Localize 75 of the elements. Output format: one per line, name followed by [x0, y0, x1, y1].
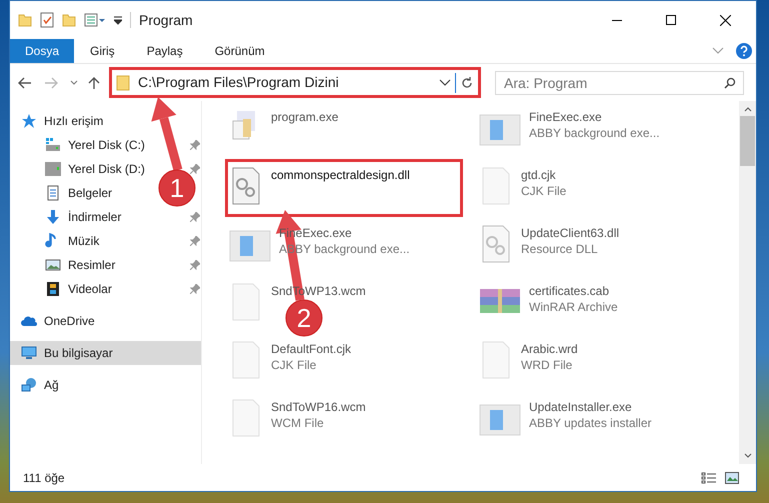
download-arrow-icon [45, 209, 61, 225]
monitor-icon [21, 345, 37, 361]
scroll-down-icon[interactable] [744, 453, 752, 458]
customize-toolbar-icon[interactable] [114, 15, 122, 25]
address-bar[interactable]: C:\Program Files\Program Dizini [109, 67, 481, 98]
file-type: WinRAR Archive [529, 299, 618, 315]
expand-ribbon-icon[interactable] [712, 47, 724, 55]
up-arrow-icon[interactable] [88, 76, 100, 90]
details-view-icon[interactable] [701, 472, 717, 484]
file-name[interactable]: UpdateInstaller.exe [529, 399, 652, 415]
scrollbar[interactable] [739, 101, 756, 464]
sidebar-item[interactable]: Ağ [10, 373, 155, 397]
pin-icon[interactable] [190, 236, 200, 246]
help-icon[interactable] [736, 43, 752, 59]
refresh-icon[interactable] [460, 76, 474, 90]
pin-icon[interactable] [190, 260, 200, 270]
dropdown-caret-icon[interactable] [439, 78, 451, 86]
sidebar-item[interactable]: Resimler [10, 253, 155, 277]
file-name[interactable]: Arabic.wrd [521, 341, 578, 357]
ribbon-tab[interactable]: Giriş [74, 39, 131, 63]
drive-icon [45, 161, 61, 177]
file-name[interactable]: FineExec.exe [529, 109, 660, 125]
file-type: Resource DLL [521, 241, 599, 257]
picture-icon [45, 257, 61, 273]
search-icon [724, 76, 736, 88]
sidebar-item[interactable]: Yerel Disk (C:) [10, 133, 155, 157]
item-count: 111 öğe [23, 470, 65, 486]
ribbon-tab[interactable]: Paylaş [130, 39, 199, 63]
properties-icon[interactable] [40, 12, 54, 28]
file-name[interactable]: UpdateClient63.dll [521, 225, 620, 241]
window-title: Program [139, 10, 193, 30]
sidebar-item[interactable]: Müzik [10, 229, 155, 253]
star-icon [21, 113, 37, 129]
file-name[interactable]: gtd.cjk [521, 167, 566, 183]
file-name[interactable]: DefaultFont.cjk [271, 341, 352, 357]
drive-icon [45, 137, 61, 153]
ribbon-tab[interactable]: Görünüm [198, 39, 281, 63]
sidebar-item[interactable]: Hızlı erişim [10, 109, 155, 133]
ribbon-tab[interactable]: Dosya [10, 39, 74, 63]
folder-icon [116, 74, 130, 90]
back-arrow-icon[interactable] [18, 76, 32, 88]
file-name[interactable]: program.exe [271, 109, 338, 125]
sidebar-item[interactable]: Videolar [10, 277, 155, 301]
file-type: ABBY updates installer [529, 415, 652, 431]
sidebar-item[interactable]: Yerel Disk (D:) [10, 157, 155, 181]
large-icons-view-icon[interactable] [725, 472, 739, 484]
pin-icon[interactable] [190, 212, 200, 222]
file-type: CJK File [521, 183, 566, 199]
file-name[interactable]: commonspectraldesign.dll [271, 167, 410, 183]
search-field[interactable]: Ara: Program [495, 70, 744, 94]
step-number-badge: 2 [286, 300, 322, 336]
globe-computer-icon [21, 377, 37, 393]
sidebar-item[interactable]: İndirmeler [10, 205, 155, 229]
close-icon [720, 14, 730, 26]
pin-icon[interactable] [190, 164, 200, 174]
file-type: ABBY background exe... [529, 125, 660, 141]
sidebar-item[interactable]: OneDrive [10, 309, 155, 333]
maximize-icon [666, 15, 676, 25]
film-icon [45, 281, 61, 297]
file-name[interactable]: SndToWP16.wcm [271, 399, 366, 415]
scroll-thumb[interactable] [740, 116, 755, 166]
pin-icon[interactable] [190, 284, 200, 294]
step-number-badge: 1 [158, 170, 196, 206]
document-icon [45, 185, 61, 201]
sidebar-item[interactable]: Belgeler [10, 181, 155, 205]
sidebar-item[interactable]: Bu bilgisayar [10, 341, 201, 365]
toolbar-dropdown-icon[interactable] [84, 13, 106, 27]
file-name[interactable]: certificates.cab [529, 283, 618, 299]
file-type: CJK File [271, 357, 318, 373]
scroll-up-icon[interactable] [744, 107, 752, 112]
file-type: WRD File [521, 357, 574, 373]
recent-locations-icon[interactable] [70, 80, 78, 85]
file-type: WCM File [271, 415, 325, 431]
address-path: C:\Program Files\Program Dizini [138, 73, 340, 92]
pin-icon[interactable] [190, 140, 200, 150]
